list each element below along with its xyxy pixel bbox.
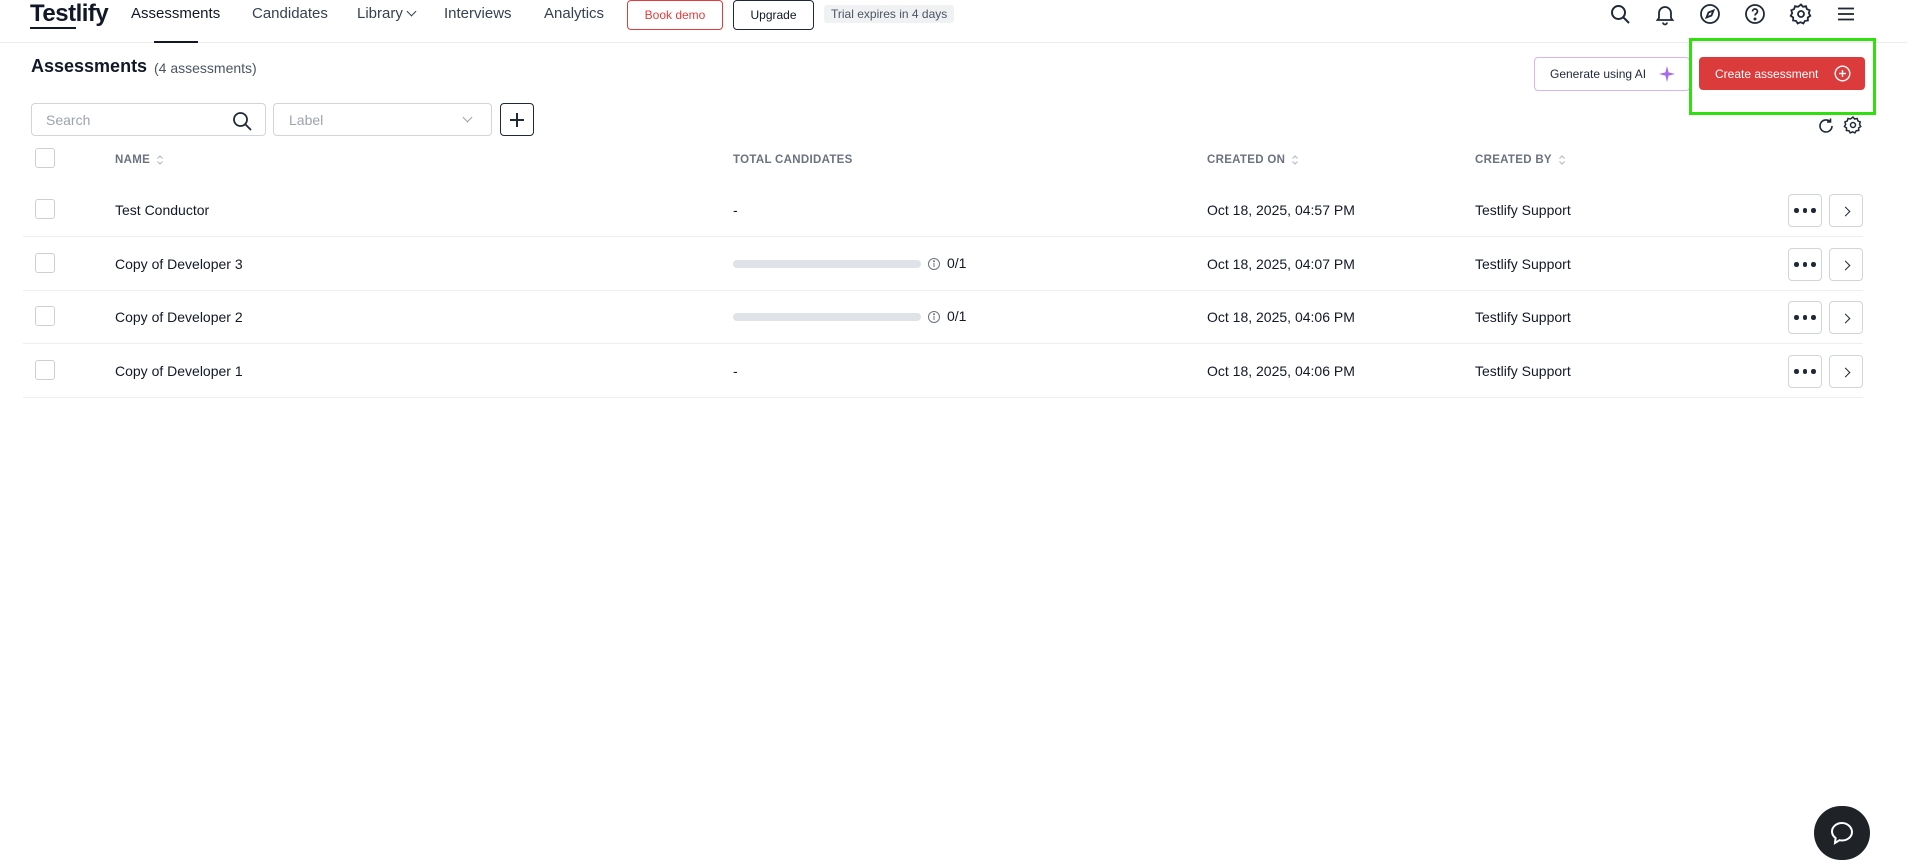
label-select[interactable]: Label (273, 103, 492, 136)
total-candidates: - (733, 363, 738, 379)
open-assessment-button[interactable] (1829, 301, 1863, 334)
more-options-button[interactable] (1788, 248, 1822, 281)
bell-icon[interactable] (1653, 2, 1677, 26)
candidates-progress-bar (733, 313, 921, 321)
chat-bubble-icon (1830, 821, 1854, 845)
refresh-icon[interactable] (1816, 116, 1836, 136)
sort-icon (157, 155, 163, 165)
column-header-created-by[interactable]: CREATED BY (1475, 154, 1566, 166)
dot (1811, 369, 1816, 374)
chevron-down-icon (406, 6, 417, 17)
row-checkbox[interactable] (35, 199, 55, 219)
upgrade-button[interactable]: Upgrade (733, 0, 814, 30)
more-options-button[interactable] (1788, 355, 1822, 388)
created-on: Oct 18, 2025, 04:07 PM (1207, 256, 1355, 272)
more-options-button[interactable] (1788, 194, 1822, 227)
table-row[interactable]: Copy of Developer 1 - Oct 18, 2025, 04:0… (23, 345, 1863, 398)
dot (1811, 208, 1816, 213)
open-assessment-button[interactable] (1829, 355, 1863, 388)
info-icon[interactable] (927, 310, 941, 324)
nav-analytics[interactable]: Analytics (544, 5, 604, 22)
trial-badge: Trial expires in 4 days (824, 5, 955, 23)
column-header-created-on[interactable]: CREATED ON (1207, 154, 1299, 166)
dot (1794, 369, 1799, 374)
row-checkbox[interactable] (35, 253, 55, 273)
nav-library[interactable]: Library (357, 5, 417, 22)
sort-icon (1292, 155, 1299, 165)
book-demo-button[interactable]: Book demo (627, 0, 723, 30)
assessment-name[interactable]: Copy of Developer 3 (115, 256, 243, 272)
row-checkbox[interactable] (35, 306, 55, 326)
assessment-count: (4 assessments) (154, 60, 257, 76)
column-header-name[interactable]: NAME (115, 154, 164, 166)
nav-active-indicator (154, 41, 198, 43)
dot (1802, 208, 1808, 213)
label-select-placeholder: Label (289, 112, 324, 128)
column-header-name-label: NAME (115, 154, 151, 166)
created-by: Testlify Support (1475, 256, 1571, 272)
plus-circle-icon (1834, 65, 1851, 82)
add-label-button[interactable] (500, 103, 534, 136)
chat-support-button[interactable] (1814, 806, 1870, 860)
nav-library-label: Library (357, 5, 403, 22)
candidates-ratio: 0/1 (947, 308, 967, 324)
help-icon[interactable] (1743, 2, 1767, 26)
created-on: Oct 18, 2025, 04:06 PM (1207, 363, 1355, 379)
dot (1794, 208, 1799, 213)
generate-using-ai-button[interactable]: Generate using AI (1534, 57, 1690, 91)
dot (1794, 315, 1799, 320)
assessment-name[interactable]: Copy of Developer 1 (115, 363, 243, 379)
created-by: Testlify Support (1475, 309, 1571, 325)
page-title: Assessments (31, 56, 148, 76)
assessment-name[interactable]: Copy of Developer 2 (115, 309, 243, 325)
dot (1811, 262, 1816, 267)
search-icon[interactable] (1608, 2, 1632, 26)
dot (1802, 262, 1808, 267)
created-by: Testlify Support (1475, 202, 1571, 218)
open-assessment-button[interactable] (1829, 194, 1863, 227)
sparkle-icon (1659, 66, 1675, 82)
create-assessment-label: Create assessment (1715, 66, 1819, 81)
column-header-created-by-label: CREATED BY (1475, 154, 1552, 166)
search-field[interactable] (31, 103, 266, 136)
created-on: Oct 18, 2025, 04:57 PM (1207, 202, 1355, 218)
dot (1794, 262, 1799, 267)
sort-icon (1558, 155, 1565, 165)
create-assessment-button[interactable]: Create assessment (1699, 57, 1865, 90)
dot (1802, 315, 1808, 320)
table-row[interactable]: Test Conductor - Oct 18, 2025, 04:57 PM … (23, 184, 1863, 237)
column-header-total-candidates-label: TOTAL CANDIDATES (733, 154, 853, 166)
table-row[interactable]: Copy of Developer 2 0/1 Oct 18, 2025, 04… (23, 291, 1863, 344)
testlify-logo[interactable]: Testlify (30, 0, 109, 28)
column-header-created-on-label: CREATED ON (1207, 154, 1286, 166)
row-checkbox[interactable] (35, 360, 55, 380)
chevron-down-icon (462, 112, 473, 123)
compass-icon[interactable] (1698, 2, 1722, 26)
select-all-checkbox[interactable] (35, 148, 55, 168)
created-by: Testlify Support (1475, 363, 1571, 379)
table-row[interactable]: Copy of Developer 3 0/1 Oct 18, 2025, 04… (23, 238, 1863, 291)
dot (1802, 369, 1808, 374)
logo-underline (30, 27, 76, 29)
top-navigation: Testlify Assessments Candidates Library … (0, 0, 1907, 43)
generate-using-ai-label: Generate using AI (1550, 67, 1647, 81)
search-icon[interactable] (231, 110, 253, 132)
created-on: Oct 18, 2025, 04:06 PM (1207, 309, 1355, 325)
nav-candidates[interactable]: Candidates (252, 5, 328, 22)
nav-interviews[interactable]: Interviews (444, 5, 512, 22)
candidates-ratio: 0/1 (947, 255, 967, 271)
candidates-progress-bar (733, 260, 921, 268)
dot (1811, 315, 1816, 320)
gear-icon[interactable] (1789, 2, 1813, 26)
nav-assessments[interactable]: Assessments (131, 5, 220, 22)
info-icon[interactable] (927, 257, 941, 271)
open-assessment-button[interactable] (1829, 248, 1863, 281)
column-header-total-candidates: TOTAL CANDIDATES (733, 154, 853, 166)
menu-icon[interactable] (1834, 2, 1858, 26)
search-input[interactable] (46, 110, 226, 130)
assessment-name[interactable]: Test Conductor (115, 202, 209, 218)
table-settings-icon[interactable] (1843, 115, 1863, 135)
more-options-button[interactable] (1788, 301, 1822, 334)
total-candidates: - (733, 202, 738, 218)
